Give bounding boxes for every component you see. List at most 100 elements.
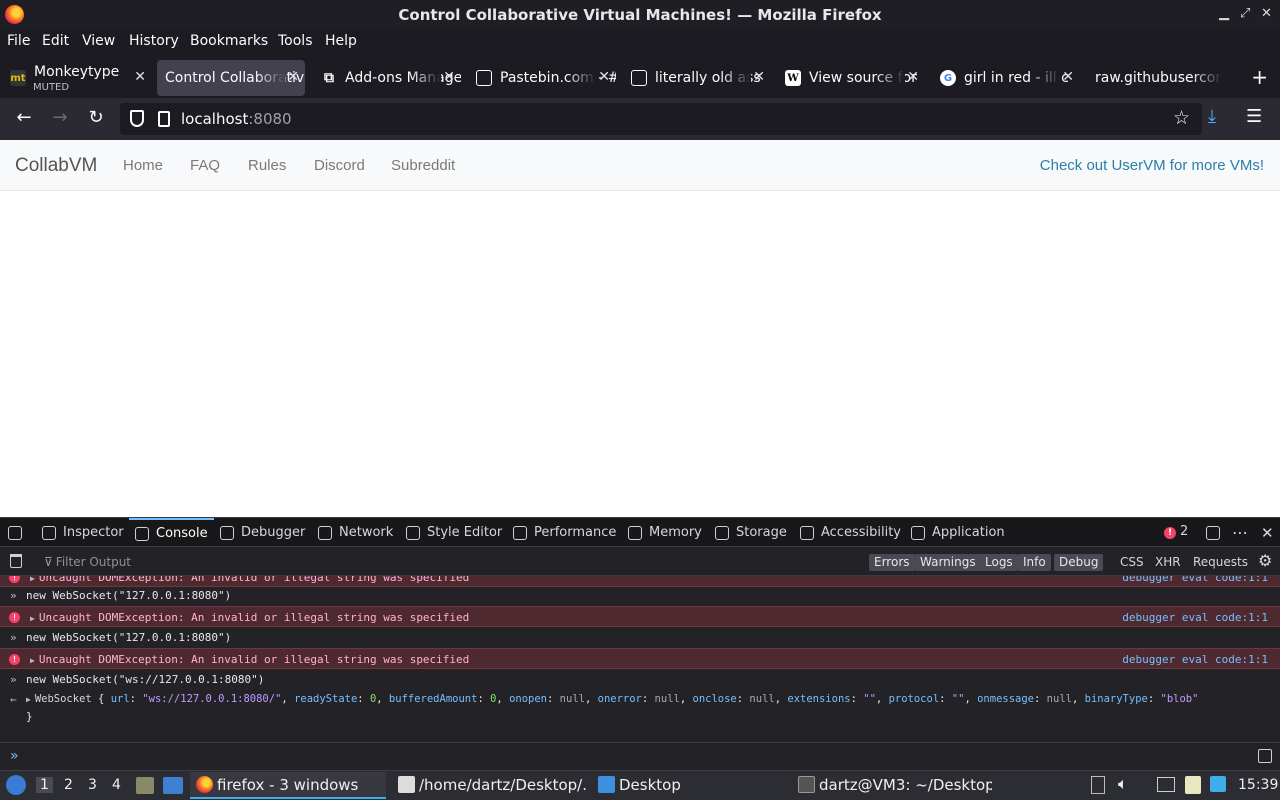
minimize-icon[interactable]: ▁ xyxy=(1219,6,1229,21)
tab-muted-label: MUTED xyxy=(33,82,70,93)
filter-xhr-toggle[interactable]: XHR xyxy=(1155,555,1181,569)
notes-tray-icon[interactable] xyxy=(1185,776,1201,794)
task-firefox[interactable]: firefox - 3 windows xyxy=(190,772,386,799)
devtools-tab-console[interactable]: Console xyxy=(129,518,214,547)
filter-info-toggle[interactable]: Info xyxy=(1018,554,1051,571)
task-terminal[interactable]: dartz@VM3: ~/Desktop xyxy=(792,772,992,799)
close-devtools-icon[interactable]: ✕ xyxy=(1261,518,1274,547)
tab-girl-in-red[interactable]: G girl in red - ill c ✕ xyxy=(932,60,1080,96)
back-arrow-icon[interactable]: ← xyxy=(12,107,36,128)
clear-console-trash-icon[interactable] xyxy=(10,554,22,568)
network-tray-icon[interactable] xyxy=(1157,777,1175,792)
workspace-4[interactable]: 4 xyxy=(112,777,121,793)
devtools-tab-performance[interactable]: Performance xyxy=(513,518,616,547)
devtools-tab-network[interactable]: Network xyxy=(318,518,393,547)
url-text[interactable]: localhost:8080 xyxy=(181,110,292,128)
nav-link-rules[interactable]: Rules xyxy=(248,157,286,174)
close-tab-icon[interactable]: ✕ xyxy=(443,69,455,85)
nav-link-subreddit[interactable]: Subreddit xyxy=(391,157,455,174)
console-icon xyxy=(135,526,149,541)
puzzle-icon: ⧉ xyxy=(324,70,334,86)
tab-raw-github[interactable]: raw.githubusercontent xyxy=(1087,60,1222,96)
filter-debug-toggle[interactable]: Debug xyxy=(1054,554,1104,571)
task-text-editor[interactable]: /home/dartz/Desktop/... xyxy=(392,772,588,799)
close-icon[interactable]: ✕ xyxy=(1261,6,1272,21)
more-options-icon[interactable]: ⋯ xyxy=(1232,518,1248,547)
reload-icon[interactable]: ↻ xyxy=(84,107,108,128)
nav-link-discord[interactable]: Discord xyxy=(314,157,365,174)
google-icon: G xyxy=(940,70,956,86)
page-info-icon[interactable] xyxy=(158,111,170,127)
menu-history[interactable]: History xyxy=(129,33,179,49)
menu-tools[interactable]: Tools xyxy=(278,33,313,49)
restore-icon[interactable]: ⤢ xyxy=(1240,6,1250,21)
devtools-tab-accessibility[interactable]: Accessibility xyxy=(800,518,901,547)
menu-help[interactable]: Help xyxy=(325,33,357,49)
close-tab-icon[interactable]: ✕ xyxy=(907,69,919,85)
close-tab-icon[interactable]: ✕ xyxy=(1062,69,1074,85)
download-icon[interactable]: ⤓ xyxy=(1208,106,1216,127)
network-icon xyxy=(318,525,332,540)
error-count-badge[interactable]: ! 2 xyxy=(1164,524,1188,539)
tab-view-source[interactable]: W View source for ✕ xyxy=(777,60,925,96)
task-desktop-folder[interactable]: Desktop xyxy=(592,772,782,799)
workspace-2[interactable]: 2 xyxy=(64,777,73,793)
url-bar[interactable]: localhost:8080 ☆ xyxy=(120,103,1202,135)
filter-errors-toggle[interactable]: Errors xyxy=(869,554,915,571)
dock-side-icon[interactable] xyxy=(1206,518,1220,547)
devtools-tab-application[interactable]: Application xyxy=(911,518,1005,547)
menu-view[interactable]: View xyxy=(82,33,115,49)
clock[interactable]: 15:39 xyxy=(1238,777,1278,793)
console-filter-bar: ⊽ Filter Output Errors Warnings Logs Info… xyxy=(0,548,1280,576)
hamburger-menu-icon[interactable]: ☰ xyxy=(1246,106,1262,127)
site-brand[interactable]: CollabVM xyxy=(15,155,97,177)
workspace-1[interactable]: 1 xyxy=(36,777,53,793)
devtools-tab-storage[interactable]: Storage xyxy=(715,518,787,547)
devtools-tab-inspector[interactable]: Inspector xyxy=(42,518,124,547)
filter-logs-toggle[interactable]: Logs xyxy=(980,554,1018,571)
filter-requests-toggle[interactable]: Requests xyxy=(1193,555,1248,569)
element-picker-icon[interactable] xyxy=(8,518,22,547)
nav-link-faq[interactable]: FAQ xyxy=(190,157,220,174)
devtools-tab-debugger[interactable]: Debugger xyxy=(220,518,305,547)
console-input[interactable]: » xyxy=(0,742,1280,771)
tab-addons[interactable]: ⧉ Add-ons Manager ✕ xyxy=(313,60,461,96)
console-settings-gear-icon[interactable]: ⚙ xyxy=(1258,551,1272,570)
tab-monkeytype[interactable]: mt Monkeytype MUTED ✕ xyxy=(2,60,152,96)
menu-edit[interactable]: Edit xyxy=(42,33,69,49)
bookmark-star-icon[interactable]: ☆ xyxy=(1173,107,1190,129)
devtools-tab-memory[interactable]: Memory xyxy=(628,518,702,547)
menu-bookmarks[interactable]: Bookmarks xyxy=(190,33,268,49)
close-tab-icon[interactable]: ✕ xyxy=(287,69,299,85)
close-tab-icon[interactable]: ✕ xyxy=(134,69,146,85)
expand-triangle-icon[interactable]: ▶ xyxy=(30,614,35,623)
forward-arrow-icon[interactable]: → xyxy=(48,107,72,128)
expand-triangle-icon[interactable]: ▶ xyxy=(30,656,35,665)
tab-pastebin[interactable]: Pastebin.com - #1 ✕ xyxy=(468,60,616,96)
error-source-link[interactable]: debugger eval code:1:1 xyxy=(1122,649,1268,670)
close-tab-icon[interactable]: ✕ xyxy=(753,69,765,85)
show-desktop-icon[interactable] xyxy=(163,777,183,794)
close-tab-icon[interactable]: ✕ xyxy=(598,69,610,85)
file-manager-launcher-icon[interactable] xyxy=(136,777,154,794)
updates-tray-icon[interactable] xyxy=(1210,776,1226,792)
expand-triangle-icon[interactable]: ▶ xyxy=(26,695,31,704)
menu-bar: File Edit View History Bookmarks Tools H… xyxy=(0,30,1280,56)
menu-file[interactable]: File xyxy=(7,33,30,49)
workspace-3[interactable]: 3 xyxy=(88,777,97,793)
devtools-tab-style-editor[interactable]: Style Editor xyxy=(406,518,502,547)
clipboard-icon[interactable] xyxy=(1091,776,1105,794)
tab-literally-old[interactable]: literally old ass ✕ xyxy=(623,60,771,96)
filter-warnings-toggle[interactable]: Warnings xyxy=(915,554,981,571)
nav-link-home[interactable]: Home xyxy=(123,157,163,174)
tab-collabvm[interactable]: Control Collaborative ✕ xyxy=(157,60,305,96)
filter-css-toggle[interactable]: CSS xyxy=(1120,555,1144,569)
filter-output-input[interactable]: ⊽ Filter Output xyxy=(44,555,131,569)
error-source-link[interactable]: debugger eval code:1:1 xyxy=(1122,607,1268,628)
uservm-promo-link[interactable]: Check out UserVM for more VMs! xyxy=(1040,157,1264,174)
start-menu-icon[interactable] xyxy=(6,775,26,795)
volume-icon[interactable]: 🔈︎ xyxy=(1118,774,1128,794)
new-tab-icon[interactable]: + xyxy=(1251,65,1268,89)
editor-mode-icon[interactable] xyxy=(1258,749,1272,763)
shield-icon[interactable] xyxy=(130,110,144,127)
